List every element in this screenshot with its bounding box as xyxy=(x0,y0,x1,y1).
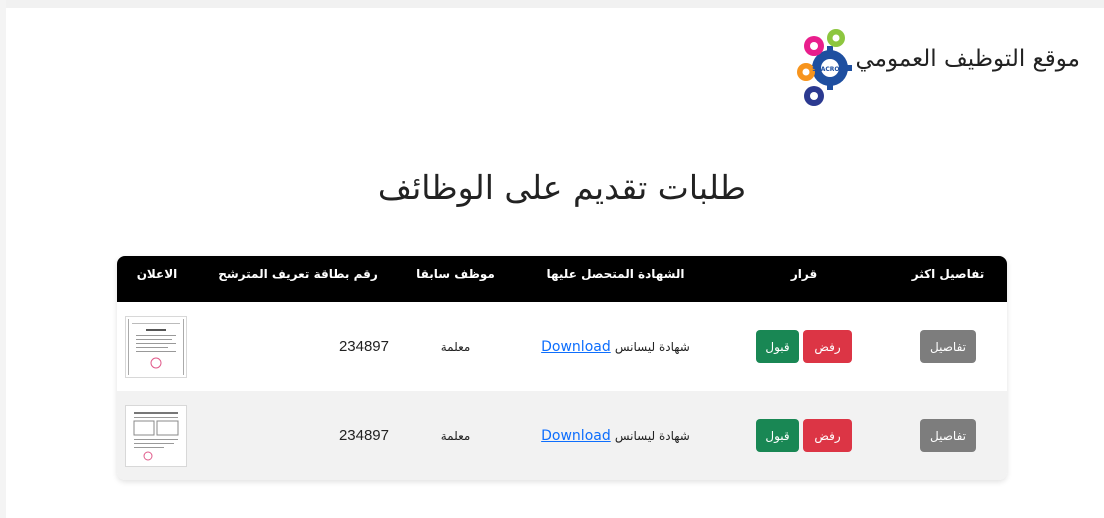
formerly-employee-cell: معلمة xyxy=(440,428,471,443)
announcement-cell xyxy=(117,391,197,480)
applications-table: تفاصيل اكثر قرار الشهادة المتحصل عليها م… xyxy=(117,256,1007,480)
certificate-cell: شهادة ليسانس Download xyxy=(512,302,719,391)
accept-button[interactable]: قبول xyxy=(756,330,799,363)
accept-button[interactable]: قبول xyxy=(756,419,799,452)
table-row: تفاصيل رفضقبول شهادة ليسانس Download معل… xyxy=(117,391,1007,480)
page-title: طلبات تقديم على الوظائف xyxy=(377,168,747,207)
applications-table-card: تفاصيل اكثر قرار الشهادة المتحصل عليها م… xyxy=(117,256,1007,480)
top-strip xyxy=(0,0,1104,8)
document-thumbnail-icon[interactable] xyxy=(125,404,187,467)
logo-text: SEACROFT xyxy=(812,66,848,73)
certificate-cell: شهادة ليسانس Download xyxy=(512,391,719,480)
reject-button[interactable]: رفض xyxy=(803,419,852,452)
decision-cell: رفضقبول xyxy=(719,391,889,480)
announcement-cell xyxy=(117,302,197,391)
header-formerly-employee: موظف سابقا xyxy=(416,267,495,281)
header-decision: قرار xyxy=(790,267,818,281)
left-edge xyxy=(0,0,6,518)
table-row: تفاصيل رفضقبول شهادة ليسانس Download معل… xyxy=(117,302,1007,391)
table-header-row: تفاصيل اكثر قرار الشهادة المتحصل عليها م… xyxy=(117,256,1007,302)
site-header: SEACROFT موقع التوظيف العمومي xyxy=(792,18,1083,110)
details-button[interactable]: تفاصيل xyxy=(920,419,976,452)
id-number-cell: 234897 xyxy=(338,338,389,355)
header-announcement: الاعلان xyxy=(136,267,178,281)
formerly-employee-cell: معلمة xyxy=(440,339,471,354)
certificate-text: شهادة ليسانس xyxy=(614,428,690,443)
download-link[interactable]: Download xyxy=(541,428,611,444)
id-number-cell: 234897 xyxy=(338,427,389,444)
details-cell: تفاصيل xyxy=(889,391,1007,480)
header-certificate: الشهادة المتحصل عليها xyxy=(546,267,685,281)
decision-cell: رفضقبول xyxy=(719,302,889,391)
document-thumbnail-icon[interactable] xyxy=(125,315,187,378)
header-id-number: رقم بطاقة تعريف المترشح xyxy=(218,267,378,281)
details-cell: تفاصيل xyxy=(889,302,1007,391)
download-link[interactable]: Download xyxy=(541,339,611,355)
logo-gears-icon[interactable]: SEACROFT xyxy=(792,18,856,110)
certificate-text: شهادة ليسانس xyxy=(614,339,690,354)
site-name: موقع التوظيف العمومي xyxy=(855,46,1081,72)
reject-button[interactable]: رفض xyxy=(803,330,852,363)
header-details: تفاصيل اكثر xyxy=(911,267,985,281)
details-button[interactable]: تفاصيل xyxy=(920,330,976,363)
